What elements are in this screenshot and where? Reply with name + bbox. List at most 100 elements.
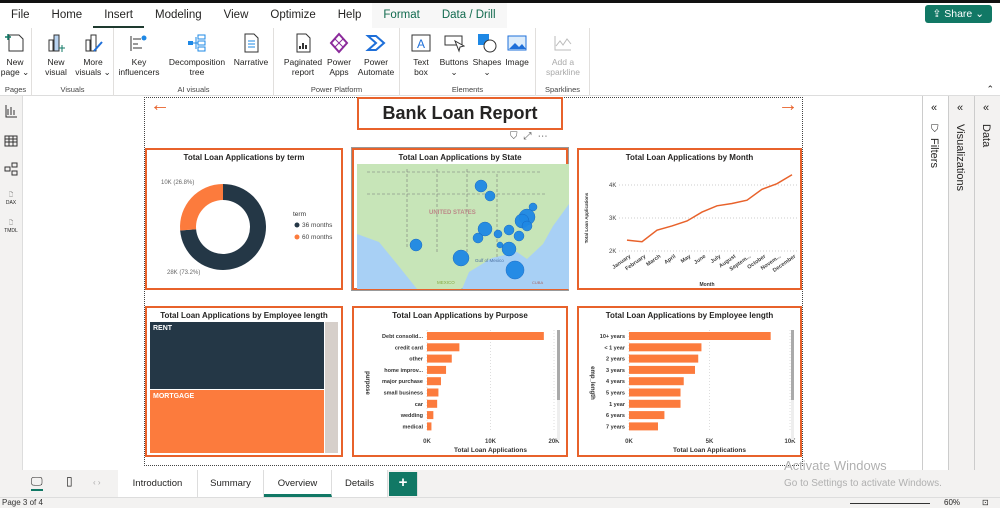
page-tab-introduction[interactable]: Introduction	[118, 470, 198, 497]
tab-home[interactable]: Home	[41, 3, 94, 28]
bar	[427, 377, 441, 385]
add-page-button[interactable]: +	[389, 472, 418, 496]
bar	[629, 377, 684, 385]
dax-query-icon[interactable]: 🗋DAX	[4, 192, 18, 206]
x-tick-label: 0K	[625, 439, 633, 445]
page-tab-summary[interactable]: Summary	[198, 470, 264, 497]
treemap-tile-mortgage[interactable]: MORTGAGE	[150, 390, 324, 453]
power-apps-button[interactable]: Power Apps	[324, 32, 354, 77]
new-page-button[interactable]: New page ⌄	[0, 32, 30, 77]
donut-slice	[180, 184, 223, 231]
share-button[interactable]: ⇪ Share ⌄	[925, 5, 992, 23]
svg-text:A: A	[417, 37, 425, 51]
emp-length-bar-visual[interactable]: Total Loan Applications by Employee leng…	[577, 306, 802, 457]
tab-view[interactable]: View	[213, 3, 260, 28]
y-tick-label: wedding	[400, 413, 423, 419]
x-axis-title: Total Loan Applications	[673, 447, 746, 454]
zoom-slider[interactable]	[850, 503, 930, 504]
bar	[629, 400, 681, 408]
bar	[629, 422, 658, 430]
back-arrow-icon[interactable]: ←	[150, 95, 170, 115]
desktop-layout-icon[interactable]: 🖵	[31, 474, 43, 491]
tab-file[interactable]: File	[0, 3, 41, 28]
add-sparkline-button[interactable]: Add a sparkline	[540, 32, 586, 77]
data-pane[interactable]: « Data	[974, 96, 1000, 470]
y-tick-label: 2K	[609, 249, 616, 255]
treemap-tile-other[interactable]	[325, 322, 338, 453]
home-ownership-treemap-visual[interactable]: Total Loan Applications by Employee leng…	[145, 306, 343, 457]
tab-help[interactable]: Help	[327, 3, 373, 28]
decomposition-tree-icon	[186, 32, 208, 54]
bar	[629, 389, 681, 397]
data-label: 28K (73.2%)	[167, 270, 200, 276]
paginated-report-button[interactable]: Paginated report	[282, 32, 324, 77]
visualizations-pane[interactable]: « Visualizations	[948, 96, 974, 470]
table-view-icon[interactable]	[4, 134, 18, 148]
more-visuals-button[interactable]: More visuals ⌄	[74, 32, 112, 77]
paginated-report-icon	[292, 32, 314, 54]
y-tick-label: 4K	[609, 183, 616, 189]
tab-optimize[interactable]: Optimize	[259, 3, 326, 28]
legend-item: 60 months	[302, 234, 333, 241]
state-bubble	[504, 225, 514, 235]
narrative-button[interactable]: Narrative	[230, 32, 272, 67]
new-visual-button[interactable]: New visual	[38, 32, 74, 77]
new-page-icon	[4, 32, 26, 54]
bar	[427, 422, 431, 430]
focus-mode-icon[interactable]: ⤢	[524, 131, 538, 142]
state-bubble	[514, 231, 524, 241]
collapse-ribbon-icon[interactable]: ⌃	[986, 84, 994, 95]
tab-insert[interactable]: Insert	[93, 3, 144, 28]
tab-data-drill[interactable]: Data / Drill	[431, 3, 507, 28]
activation-watermark-text: Go to Settings to activate Windows.	[784, 478, 942, 489]
page-tab-overview[interactable]: Overview	[264, 470, 332, 497]
buttons-button[interactable]: Buttons⌄	[436, 32, 472, 77]
y-axis-title: purpose	[364, 371, 370, 395]
image-icon	[506, 32, 528, 54]
state-map-visual[interactable]: Total Loan Applications by State UNITED …	[352, 148, 568, 290]
expand-data-icon[interactable]: «	[983, 102, 989, 114]
bar	[629, 411, 664, 419]
tab-format[interactable]: Format	[372, 3, 430, 28]
group-label: Power Platform	[274, 85, 399, 94]
filters-pane[interactable]: « ⛉ Filters	[922, 96, 948, 470]
y-tick-label: 5 years	[606, 391, 625, 397]
data-label: Data	[980, 124, 992, 147]
month-line-visual[interactable]: Total Loan Applications by Month 2K3K4KJ…	[577, 148, 802, 290]
legend-item: 36 months	[302, 222, 333, 229]
expand-filters-icon[interactable]: «	[931, 102, 937, 114]
filter-icon[interactable]: ⛉	[510, 131, 524, 142]
scroll-tabs-icon[interactable]: ‹ ›	[93, 478, 101, 487]
filters-label: Filters	[928, 138, 940, 168]
key-influencers-button[interactable]: Key influencers	[116, 32, 162, 77]
y-tick-label: car	[415, 402, 424, 408]
group-label: Elements	[400, 85, 535, 94]
state-bubble	[453, 250, 469, 266]
tmdl-view-icon[interactable]: 🗋TMDL	[4, 220, 18, 234]
bar	[427, 366, 446, 374]
forward-arrow-icon[interactable]: →	[778, 95, 798, 115]
state-bubble	[506, 261, 524, 279]
y-tick-label: major purchase	[382, 379, 423, 385]
report-view-icon[interactable]	[4, 104, 18, 118]
term-donut-visual[interactable]: Total Loan Applications by term 10K (26.…	[145, 148, 343, 290]
power-automate-button[interactable]: Power Automate	[354, 32, 398, 77]
bar	[427, 400, 437, 408]
model-view-icon[interactable]	[4, 162, 18, 176]
image-button[interactable]: Image	[502, 32, 532, 67]
scrollbar-thumb	[791, 330, 794, 400]
power-apps-icon	[328, 32, 350, 54]
more-options-icon[interactable]: ⋯	[538, 131, 554, 142]
visual-title: Total Loan Applications by State	[354, 153, 566, 162]
decomposition-tree-button[interactable]: Decomposition tree	[166, 32, 228, 77]
page-tab-details[interactable]: Details	[332, 470, 388, 497]
text-box-button[interactable]: AText box	[406, 32, 436, 77]
mobile-layout-icon[interactable]: ▯	[66, 474, 73, 488]
tab-modeling[interactable]: Modeling	[144, 3, 213, 28]
y-tick-label: 2 years	[606, 357, 625, 363]
treemap-tile-rent[interactable]: RENT	[150, 322, 324, 389]
legend-marker	[295, 235, 300, 240]
purpose-bar-visual[interactable]: Total Loan Applications by Purpose 0K10K…	[352, 306, 568, 457]
shapes-button[interactable]: Shapes⌄	[472, 32, 502, 77]
expand-visualizations-icon[interactable]: «	[957, 102, 963, 114]
